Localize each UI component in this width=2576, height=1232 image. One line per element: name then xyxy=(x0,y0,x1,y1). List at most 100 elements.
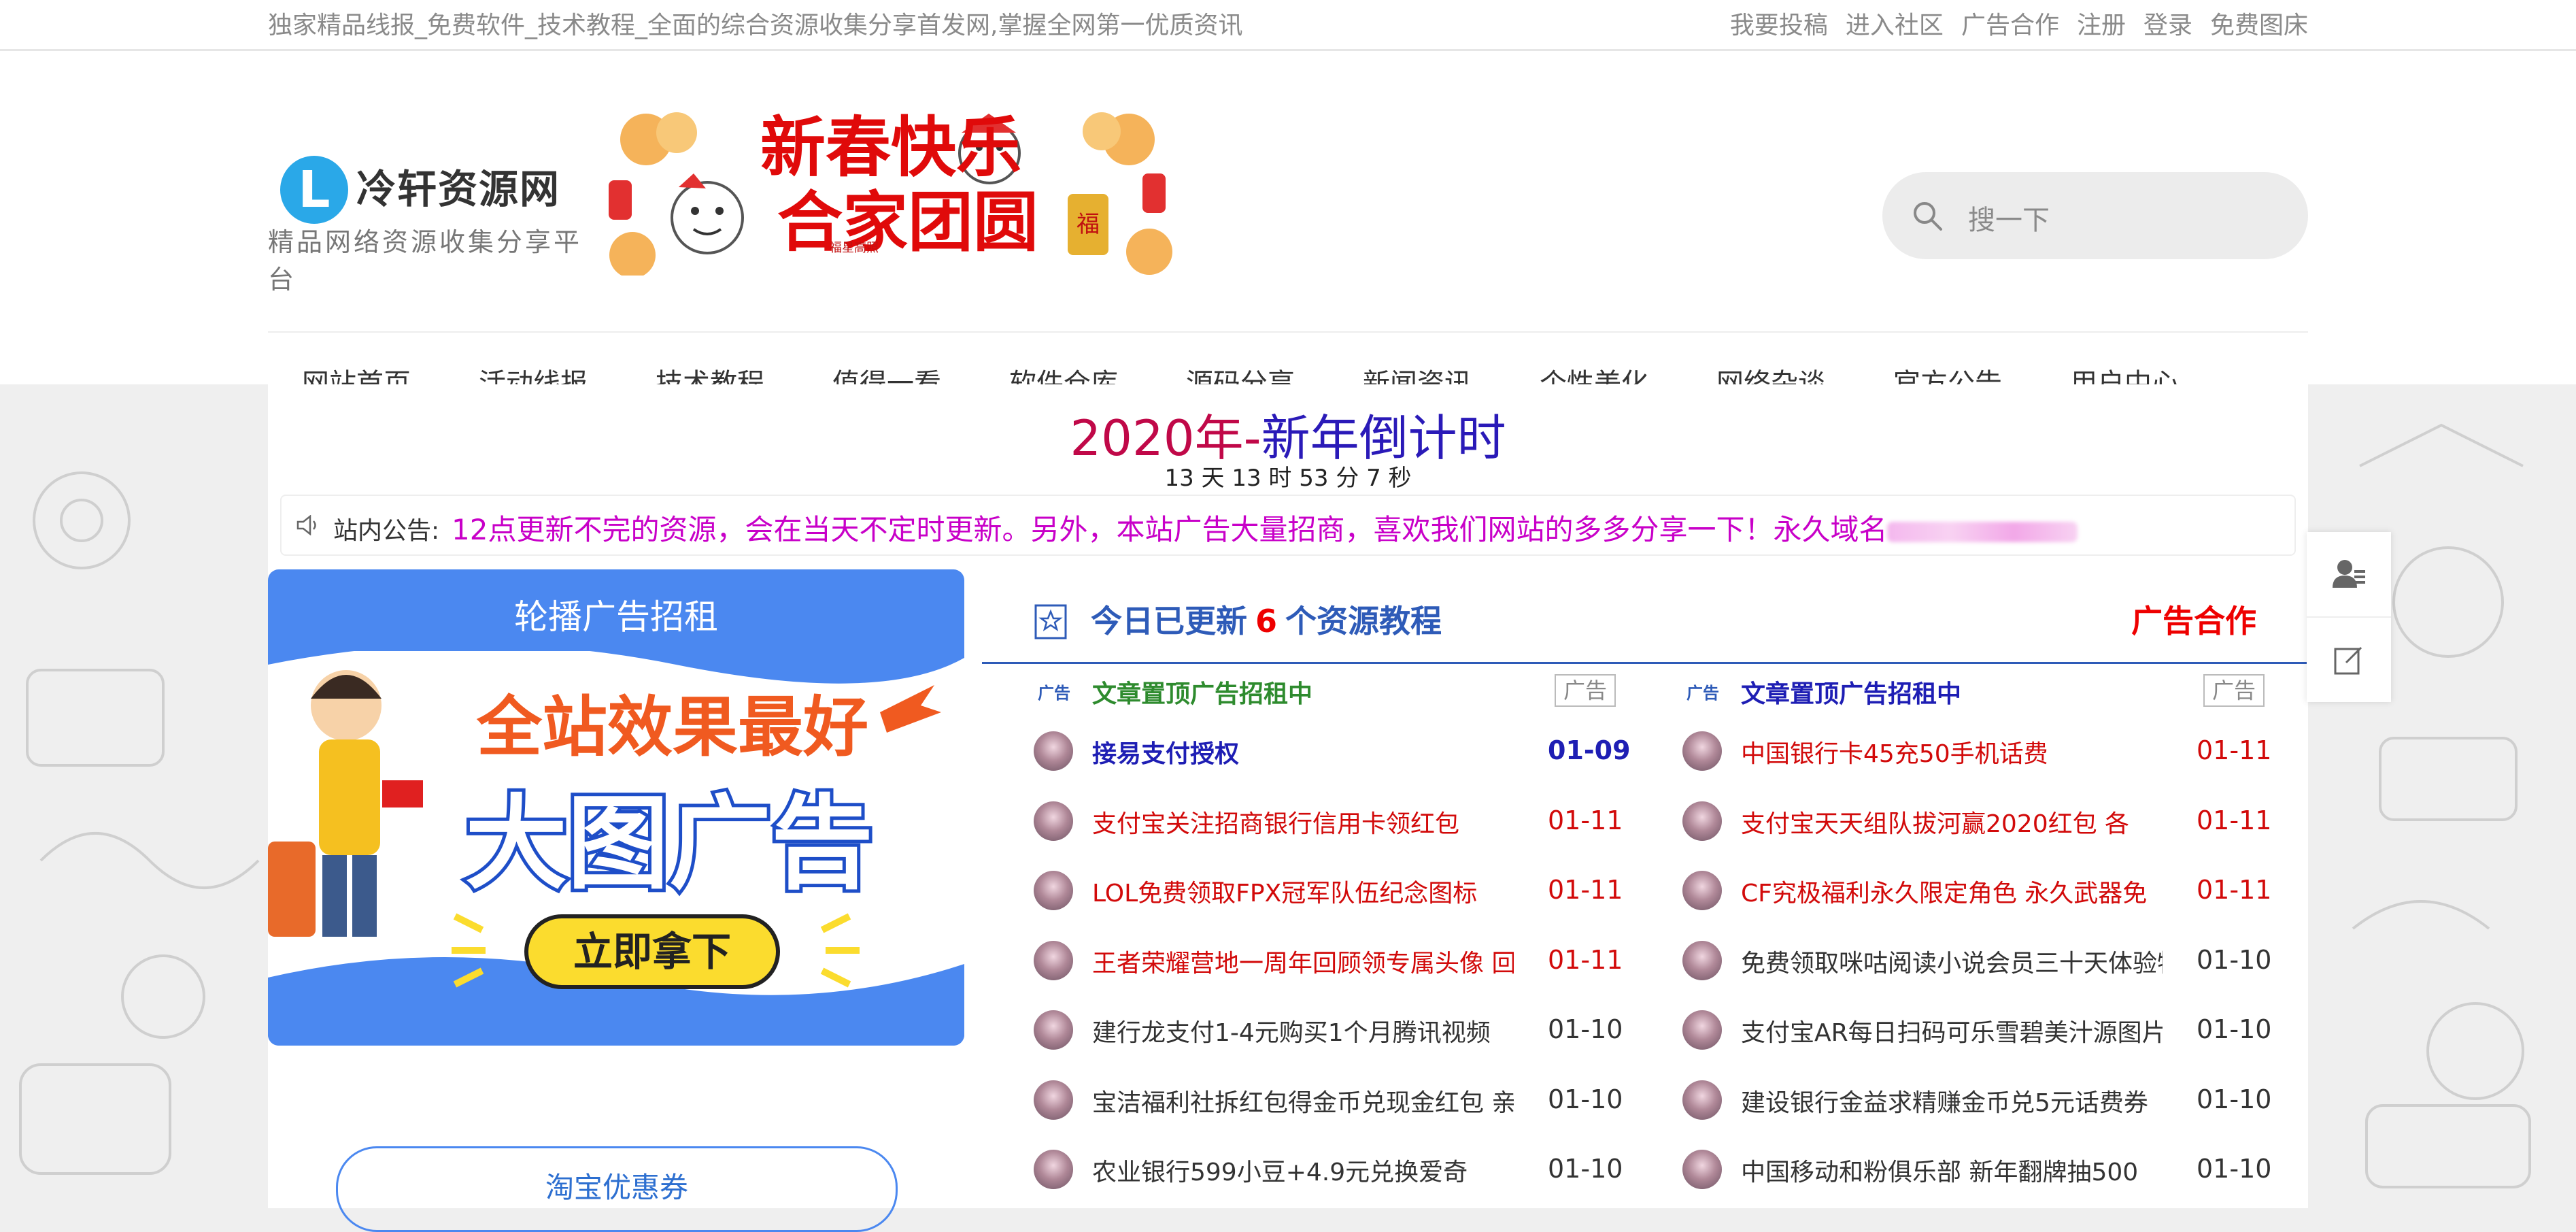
carousel-ad[interactable]: 轮播广告招租 全站效果最好 大图广告 立即拿下 xyxy=(268,569,964,1046)
item-title[interactable]: 支付宝天天组队拔河赢2020红包 各 xyxy=(1741,804,2163,839)
list-item[interactable]: 支付宝AR每日扫码可乐雪碧美汁源图片 01-10 xyxy=(1682,995,2294,1065)
avatar xyxy=(1682,940,1722,980)
logo-subtitle: 精品网络资源收集分享平台 xyxy=(268,227,583,295)
item-date: 01-09 xyxy=(1548,735,1631,765)
item-title[interactable]: 支付宝关注招商银行信用卡领红包 xyxy=(1092,804,1514,839)
item-date: 01-11 xyxy=(2197,735,2272,765)
logo-mark: L xyxy=(280,156,348,224)
ad-button-text: 立即拿下 xyxy=(573,929,731,975)
list-item[interactable]: LOL免费领取FPX冠军队伍纪念图标 01-11 xyxy=(1034,856,1646,926)
item-title[interactable]: 建行龙支付1-4元购买1个月腾讯视频 xyxy=(1092,1013,1514,1048)
list-item[interactable]: 免费领取咪咕阅读小说会员三十天体验特 01-10 xyxy=(1682,926,2294,996)
item-title[interactable]: CF究极福利永久限定角色 永久武器免 xyxy=(1741,873,2163,909)
list-item[interactable]: 支付宝关注招商银行信用卡领红包 01-11 xyxy=(1034,786,1646,856)
search-box[interactable]: 搜一下 xyxy=(1882,172,2308,259)
community-link[interactable]: 进入社区 xyxy=(1846,5,1944,41)
register-link[interactable]: 注册 xyxy=(2077,5,2126,41)
list-item[interactable]: 王者荣耀营地一周年回顾领专属头像 回 01-11 xyxy=(1034,926,1646,996)
list-item[interactable]: 宝洁福利社拆红包得金币兑现金红包 亲 01-10 xyxy=(1034,1065,1646,1135)
item-date: 01-10 xyxy=(2197,1014,2272,1044)
list-item[interactable]: 接易支付授权 01-09 xyxy=(1034,716,1646,786)
site-logo[interactable]: L 冷轩资源网 精品网络资源收集分享平台 xyxy=(268,104,594,295)
speaker-icon xyxy=(296,515,316,535)
avatar xyxy=(1034,801,1073,841)
avatar xyxy=(1682,1010,1722,1050)
item-date: 01-10 xyxy=(1548,1014,1623,1044)
pinned-ad-row[interactable]: 广告 文章置顶广告招租中 广告 xyxy=(1034,662,1646,716)
submit-link[interactable]: 我要投稿 xyxy=(1730,5,1828,41)
customer-service-button[interactable] xyxy=(2307,532,2391,618)
login-link[interactable]: 登录 xyxy=(2143,5,2192,41)
avatar xyxy=(1682,801,1722,841)
list-item[interactable]: 建设银行金益求精赚金币兑5元话费券 01-10 xyxy=(1682,1065,2294,1135)
list-item[interactable]: 中国银行卡45充50手机话费 01-11 xyxy=(1682,716,2294,786)
item-title[interactable]: LOL免费领取FPX冠军队伍纪念图标 xyxy=(1092,873,1514,909)
avatar xyxy=(1034,731,1073,771)
banner-text-1: 新春快乐 xyxy=(760,109,1021,186)
updates-panel-header: 今日已更新 6 个资源教程 广告合作 xyxy=(982,569,2308,664)
avatar xyxy=(1034,1010,1073,1050)
list-item[interactable]: CF究极福利永久限定角色 永久武器免 01-11 xyxy=(1682,856,2294,926)
site-header: L 冷轩资源网 精品网络资源收集分享平台 福 新春快乐 合家团圆 福星高照 搜一… xyxy=(0,51,2576,399)
item-title[interactable]: 王者荣耀营地一周年回顾领专属头像 回 xyxy=(1092,944,1514,979)
main-content: 2020年-新年倒计时 13 天 13 时 53 分 7 秒 站内公告: 12点… xyxy=(268,384,2308,1232)
notice-text: 12点更新不完的资源，会在当天不定时更新。另外，本站广告大量招商，喜欢我们网站的… xyxy=(452,513,1888,546)
updates-list-right: 广告 文章置顶广告招租中 广告 中国银行卡45充50手机话费 01-11 支付宝天… xyxy=(1682,662,2294,1205)
avatar xyxy=(1682,1150,1722,1189)
item-title[interactable]: 中国移动和粉俱乐部 新年翻牌抽500 xyxy=(1741,1152,2163,1188)
item-title[interactable]: 宝洁福利社拆红包得金币兑现金红包 亲 xyxy=(1092,1083,1514,1118)
item-date: 01-11 xyxy=(1548,875,1623,905)
updates-panel: 今日已更新 6 个资源教程 广告合作 广告 文章置顶广告招租中 广告 接易支付授权 0… xyxy=(982,569,2308,1208)
countdown-part1: 年- xyxy=(1194,410,1261,467)
countdown-part2: 新年倒计时 xyxy=(1261,410,1506,467)
star-badge-icon xyxy=(1034,604,1067,639)
list-item[interactable]: 支付宝天天组队拔河赢2020红包 各 01-11 xyxy=(1682,786,2294,856)
item-date: 01-10 xyxy=(1548,1084,1623,1114)
item-title[interactable]: 支付宝AR每日扫码可乐雪碧美汁源图片 xyxy=(1741,1013,2163,1048)
new-year-banner: 福 新春快乐 合家团圆 福星高照 xyxy=(609,109,1172,276)
taobao-coupon-button[interactable]: 淘宝优惠券 xyxy=(336,1146,898,1232)
ad-tag: 广告 xyxy=(1687,684,1719,703)
updates-title: 今日已更新 6 个资源教程 xyxy=(1091,597,1442,642)
item-date: 01-11 xyxy=(1548,805,1623,835)
item-date: 01-10 xyxy=(2197,1084,2272,1114)
pinned-ad-title[interactable]: 文章置顶广告招租中 xyxy=(1092,674,1514,710)
item-title[interactable]: 免费领取咪咕阅读小说会员三十天体验特 xyxy=(1741,944,2163,979)
ad-tag: 广告 xyxy=(1038,684,1070,703)
item-date: 01-11 xyxy=(2197,875,2272,905)
item-date: 01-10 xyxy=(1548,1154,1623,1184)
blurred-domain xyxy=(1887,521,2078,542)
item-title[interactable]: 建设银行金益求精赚金币兑5元话费券 xyxy=(1741,1083,2163,1118)
notice-label: 站内公告: xyxy=(333,517,440,545)
ad-line1: 全站效果最好 xyxy=(476,689,868,765)
top-links: 我要投稿 进入社区 广告合作 注册 登录 免费图床 xyxy=(1730,5,2308,41)
banner-stamp: 福 xyxy=(1077,211,1100,238)
site-notice: 站内公告: 12点更新不完的资源，会在当天不定时更新。另外，本站广告大量招商，喜… xyxy=(280,495,2296,556)
countdown-year: 2020 xyxy=(1070,410,1195,467)
updates-count: 6 xyxy=(1255,603,1278,639)
search-input[interactable]: 搜一下 xyxy=(1968,198,2050,237)
avatar xyxy=(1034,871,1073,910)
site-slogan: 独家精品线报_免费软件_技术教程_全面的综合资源收集分享首发网,掌握全网第一优质… xyxy=(268,12,1243,39)
top-bar: 独家精品线报_免费软件_技术教程_全面的综合资源收集分享首发网,掌握全网第一优质… xyxy=(0,0,2576,51)
user-service-icon xyxy=(2333,560,2365,588)
list-item[interactable]: 中国移动和粉俱乐部 新年翻牌抽500 01-10 xyxy=(1682,1135,2294,1205)
item-date: 01-10 xyxy=(2197,1154,2272,1184)
item-title[interactable]: 中国银行卡45充50手机话费 xyxy=(1741,734,2163,769)
list-item[interactable]: 建行龙支付1-4元购买1个月腾讯视频 01-10 xyxy=(1034,995,1646,1065)
ad-cooperation-button[interactable]: 广告合作 xyxy=(2131,597,2256,642)
edit-icon xyxy=(2334,646,2362,675)
pinned-ad-row[interactable]: 广告 文章置顶广告招租中 广告 xyxy=(1682,662,2294,716)
ad-cooperation-link[interactable]: 广告合作 xyxy=(1961,5,2059,41)
item-title[interactable]: 农业银行599小豆+4.9元兑换爱奇 xyxy=(1092,1152,1514,1188)
banner-text-2: 合家团圆 xyxy=(777,184,1038,261)
item-title[interactable]: 接易支付授权 xyxy=(1092,734,1514,769)
ad-box: 广告 xyxy=(2203,674,2265,707)
pinned-ad-title[interactable]: 文章置顶广告招租中 xyxy=(1741,674,2163,710)
countdown-time: 13 天 13 时 53 分 7 秒 xyxy=(1164,465,1412,492)
logo-name: 冷轩资源网 xyxy=(356,166,561,212)
image-hosting-link[interactable]: 免费图床 xyxy=(2210,5,2308,41)
list-item[interactable]: 农业银行599小豆+4.9元兑换爱奇 01-10 xyxy=(1034,1135,1646,1205)
feedback-button[interactable] xyxy=(2307,618,2391,702)
avatar xyxy=(1034,940,1073,980)
